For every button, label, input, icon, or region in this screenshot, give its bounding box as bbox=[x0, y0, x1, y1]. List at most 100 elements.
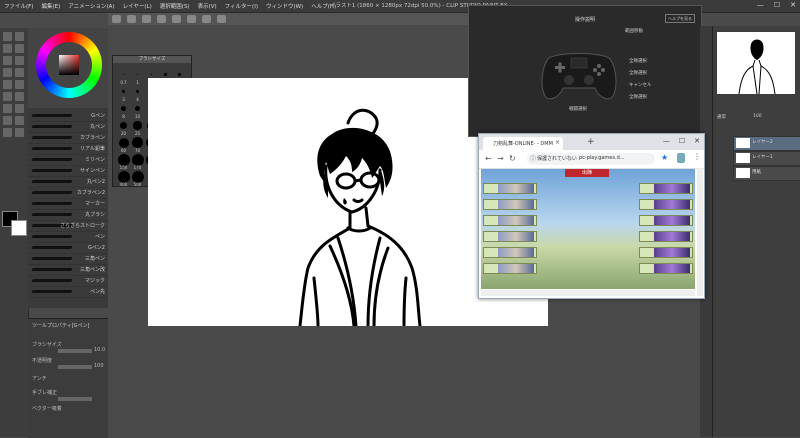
info-icon[interactable]: ⓘ bbox=[530, 154, 536, 163]
opacity-value: 100 bbox=[94, 363, 104, 369]
browser-close-button[interactable]: ✕ bbox=[694, 137, 700, 145]
annotation-select-2: 全隊選択 bbox=[629, 71, 647, 76]
sub-tool-label: 丸ペン bbox=[89, 124, 105, 130]
unit-card[interactable] bbox=[483, 199, 537, 210]
brush-size-slider[interactable] bbox=[58, 349, 92, 353]
zoom-tool-icon[interactable] bbox=[3, 32, 12, 41]
text-tool-icon[interactable] bbox=[15, 104, 24, 113]
brush-tool-icon[interactable] bbox=[15, 68, 24, 77]
bookmark-star-icon[interactable]: ★ bbox=[661, 153, 668, 162]
redo-icon[interactable] bbox=[172, 15, 181, 23]
menu-file[interactable]: ファイル(F) bbox=[0, 2, 37, 10]
url-input[interactable]: ⓘ 保護されていない pc-play.games.d... bbox=[527, 153, 655, 165]
unit-card[interactable] bbox=[639, 199, 693, 210]
eyedropper-tool-icon[interactable] bbox=[3, 56, 12, 65]
unit-card[interactable] bbox=[639, 231, 693, 242]
navigator-thumbnail[interactable] bbox=[717, 32, 795, 95]
brush-stroke-preview bbox=[31, 147, 73, 150]
lasso-tool-icon[interactable] bbox=[15, 44, 24, 53]
new-file-icon[interactable] bbox=[112, 15, 121, 23]
reload-icon[interactable]: ↻ bbox=[509, 154, 516, 163]
eraser-tool-icon[interactable] bbox=[15, 80, 24, 89]
menu-view[interactable]: 表示(V) bbox=[194, 2, 221, 10]
figure-tool-icon[interactable] bbox=[3, 104, 12, 113]
undo-icon[interactable] bbox=[157, 15, 166, 23]
unit-card[interactable] bbox=[483, 215, 537, 226]
brush-size-dot bbox=[150, 73, 153, 76]
minimize-button[interactable]: — bbox=[757, 1, 764, 9]
layer-row[interactable]: 用紙 bbox=[733, 166, 800, 181]
background-color-swatch[interactable] bbox=[11, 220, 27, 236]
select-tool-icon[interactable] bbox=[3, 44, 12, 53]
new-tab-button[interactable]: + bbox=[587, 137, 595, 147]
unit-card[interactable] bbox=[639, 215, 693, 226]
unit-card[interactable] bbox=[483, 183, 537, 194]
menu-layer[interactable]: レイヤー(L) bbox=[119, 2, 156, 10]
deselect-icon[interactable] bbox=[217, 15, 226, 23]
browser-tab[interactable]: 刀剣乱舞-ONLINE- - DMM × bbox=[483, 137, 563, 150]
correct-line-tool-icon[interactable] bbox=[15, 128, 24, 137]
maximize-button[interactable]: ☐ bbox=[774, 1, 780, 9]
sub-tool-label: カブラペン2 bbox=[76, 190, 105, 196]
clear-icon[interactable] bbox=[187, 15, 196, 23]
unit-card[interactable] bbox=[639, 183, 693, 194]
extension-icon[interactable] bbox=[677, 153, 685, 163]
fill-tool-icon[interactable] bbox=[3, 92, 12, 101]
menu-filter[interactable]: フィルター(I) bbox=[221, 2, 262, 10]
battle-label: 出陣 bbox=[565, 169, 609, 177]
unit-portrait bbox=[498, 264, 534, 273]
unit-card[interactable] bbox=[639, 247, 693, 258]
antialias-label: アンチ bbox=[32, 376, 47, 382]
airbrush-tool-icon[interactable] bbox=[3, 80, 12, 89]
unit-card[interactable] bbox=[483, 263, 537, 274]
brush-stroke-preview bbox=[31, 268, 73, 271]
unit-card[interactable] bbox=[483, 231, 537, 242]
sub-tool-item[interactable]: ペン先 bbox=[28, 286, 108, 298]
ruler-tool-icon[interactable] bbox=[3, 128, 12, 137]
save-icon[interactable] bbox=[142, 15, 151, 23]
browser-minimize-button[interactable]: — bbox=[663, 137, 670, 145]
transform-icon[interactable] bbox=[202, 15, 211, 23]
brush-size-dot bbox=[135, 89, 140, 94]
back-icon[interactable]: ← bbox=[485, 154, 492, 163]
frame-tool-icon[interactable] bbox=[3, 116, 12, 125]
help-button[interactable]: ヘルプを見る bbox=[665, 14, 695, 23]
layer-row[interactable]: レイヤー2 bbox=[733, 136, 800, 151]
stabilization-slider[interactable] bbox=[58, 397, 92, 401]
menu-animation[interactable]: アニメーション(A) bbox=[64, 2, 118, 10]
browser-vertical-scrollbar[interactable] bbox=[697, 168, 703, 296]
browser-horizontal-scrollbar[interactable] bbox=[481, 290, 695, 296]
game-viewport[interactable]: 出陣 bbox=[481, 169, 695, 289]
color-wheel[interactable] bbox=[36, 32, 102, 98]
layer-row[interactable]: レイヤー1 bbox=[733, 151, 800, 166]
layer-opacity[interactable]: 100 bbox=[753, 114, 762, 119]
saturation-value-square[interactable] bbox=[59, 55, 79, 75]
gradient-tool-icon[interactable] bbox=[15, 92, 24, 101]
balloon-tool-icon[interactable] bbox=[15, 116, 24, 125]
brush-size-value-label: 500 bbox=[133, 182, 142, 187]
browser-maximize-button[interactable]: ☐ bbox=[679, 137, 685, 145]
unit-card[interactable] bbox=[639, 263, 693, 274]
menu-selection[interactable]: 選択範囲(S) bbox=[156, 2, 194, 10]
unit-portrait bbox=[498, 232, 534, 241]
sub-tool-label: Gペン2 bbox=[87, 245, 105, 251]
opacity-slider[interactable] bbox=[58, 365, 92, 369]
tool-palette bbox=[0, 28, 29, 437]
open-file-icon[interactable] bbox=[127, 15, 136, 23]
color-wheel-center bbox=[46, 42, 92, 88]
menu-window[interactable]: ウィンドウ(W) bbox=[262, 2, 307, 10]
layer-blend-mode[interactable]: 通常 bbox=[717, 114, 726, 120]
pen-tool-icon[interactable] bbox=[15, 56, 24, 65]
sub-tool-label: マーカー bbox=[84, 201, 105, 207]
unit-portrait bbox=[654, 216, 690, 225]
menu-edit[interactable]: 編集(E) bbox=[37, 2, 64, 10]
forward-icon[interactable]: → bbox=[497, 154, 504, 163]
close-button[interactable]: ✕ bbox=[790, 1, 796, 9]
tab-close-icon[interactable]: × bbox=[555, 139, 560, 146]
menu-dots-icon[interactable]: ⋮ bbox=[693, 152, 701, 161]
move-tool-icon[interactable] bbox=[15, 32, 24, 41]
pencil-tool-icon[interactable] bbox=[3, 68, 12, 77]
brush-size-dot bbox=[120, 105, 127, 112]
brush-size-dot bbox=[121, 89, 126, 94]
unit-card[interactable] bbox=[483, 247, 537, 258]
